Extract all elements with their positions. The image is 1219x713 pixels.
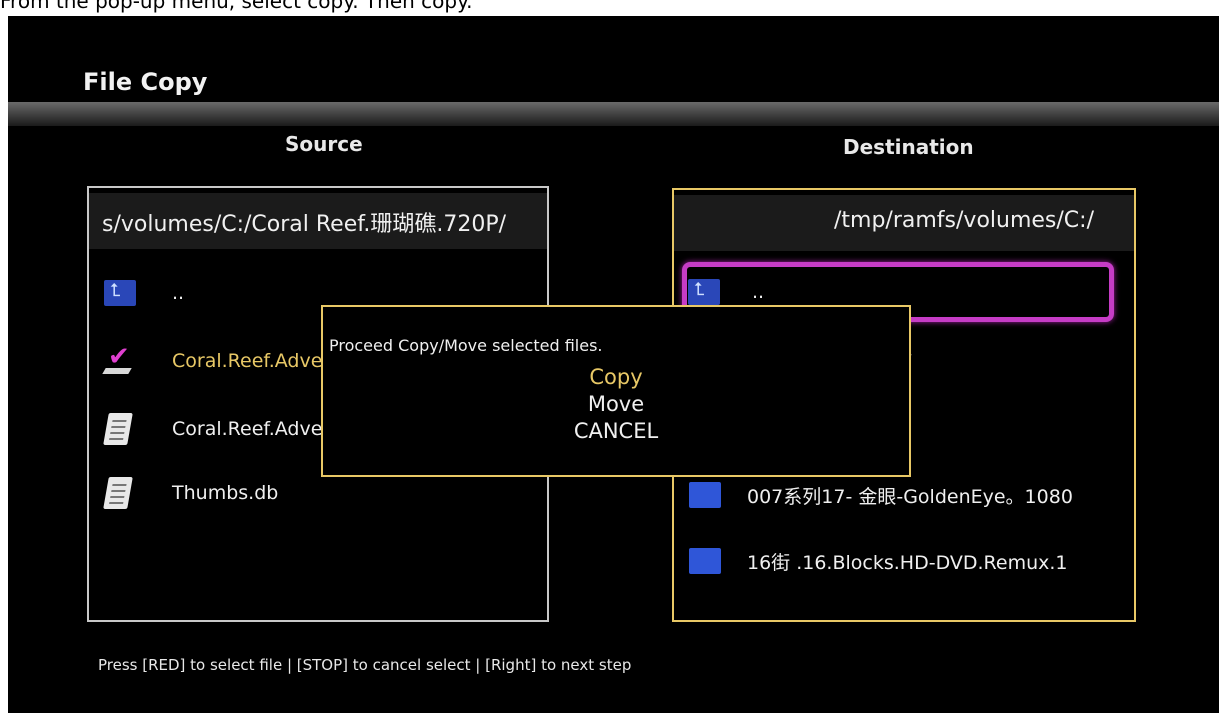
source-header: Source (285, 132, 363, 156)
destination-item-label: .. (752, 281, 765, 303)
folder-icon (689, 482, 721, 508)
source-path: s/volumes/C:/Coral Reef.珊瑚礁.720P/ (102, 212, 507, 237)
title-divider (8, 102, 1219, 126)
source-item-label: Coral.Reef.Adve (172, 350, 323, 372)
destination-item-label: 16街 .16.Blocks.HD-DVD.Remux.1 (747, 551, 1068, 574)
source-item-file[interactable]: Coral.Reef.Adve (103, 409, 323, 449)
destination-header: Destination (843, 135, 974, 159)
document-icon (103, 477, 133, 509)
selected-check-icon (104, 342, 134, 376)
move-option[interactable]: Move (323, 390, 909, 418)
source-item-label: Thumbs.db (172, 482, 279, 504)
folder-icon (689, 548, 721, 574)
destination-item-folder[interactable]: 007系列17- 金眼-GoldenEye。1080 (689, 475, 1073, 515)
caption-text: From the pop-up menu, select copy. Then … (0, 0, 473, 13)
tv-screen: File Copy Source s/volumes/C:/Coral Reef… (8, 16, 1219, 713)
document-icon (103, 413, 133, 445)
source-item-file[interactable]: Thumbs.db (103, 473, 279, 513)
dialog-message: Proceed Copy/Move selected files. (329, 336, 603, 355)
copy-option[interactable]: Copy (323, 363, 909, 391)
source-item-selected[interactable]: Coral.Reef.Adve (104, 341, 322, 381)
folder-up-icon (104, 280, 136, 306)
cancel-option[interactable]: CANCEL (323, 417, 909, 445)
folder-up-icon (688, 279, 720, 305)
destination-item-folder[interactable]: 16街 .16.Blocks.HD-DVD.Remux.1 (689, 541, 1068, 581)
source-item-label: Coral.Reef.Adve (172, 418, 323, 440)
page-title: File Copy (83, 68, 208, 96)
destination-item-label: 007系列17- 金眼-GoldenEye。1080 (747, 485, 1073, 508)
destination-path: /tmp/ramfs/volumes/C:/ (834, 208, 1094, 233)
key-hint: Press [RED] to select file | [STOP] to c… (98, 656, 632, 674)
source-item-parent[interactable]: .. (104, 273, 184, 313)
source-item-label: .. (172, 282, 185, 304)
copy-move-dialog: Proceed Copy/Move selected files. Copy M… (321, 305, 911, 477)
